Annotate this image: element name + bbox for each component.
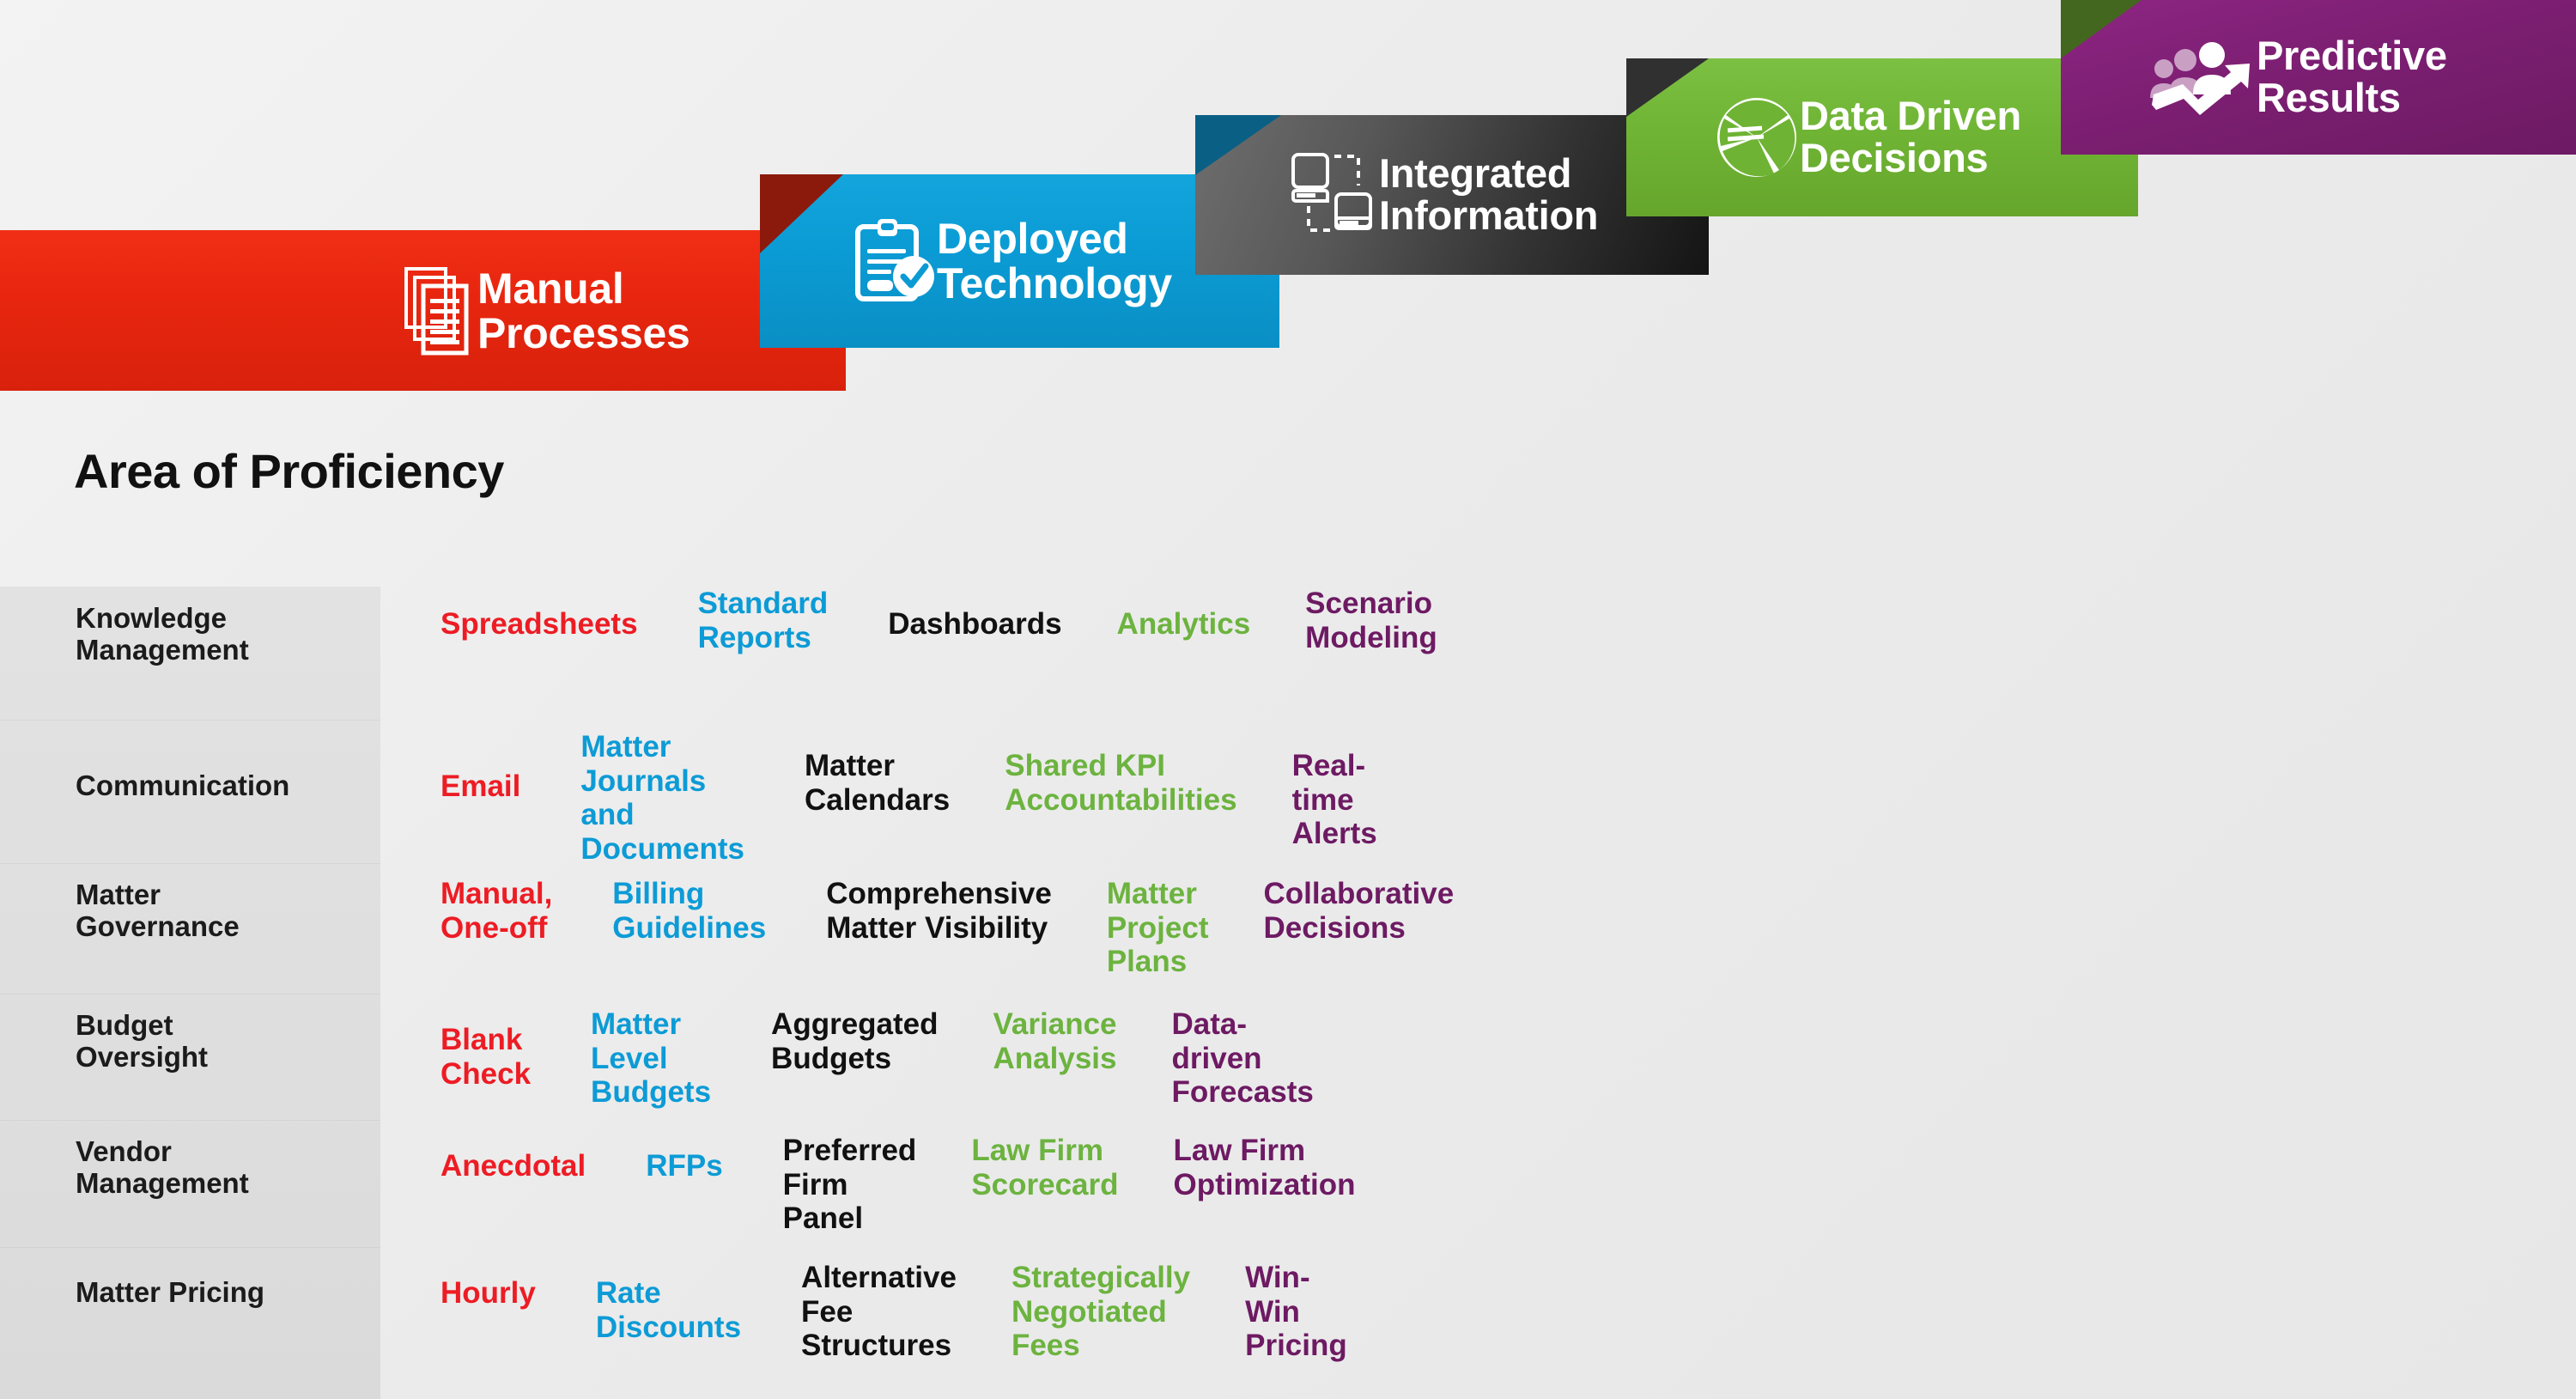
cell-deployed: Billing Guidelines (612, 877, 767, 945)
banner-manual-label: Manual Processes (477, 264, 690, 357)
table-row: Vendor Management Anecdotal RFPs Preferr… (0, 1120, 2576, 1247)
cell-deployed: Matter Level Budgets (591, 1007, 712, 1110)
row-label: Vendor Management (76, 1135, 249, 1200)
pie-chart-icon (1714, 94, 1800, 180)
cell-integrated: Aggregated Budgets (771, 1007, 939, 1075)
cell-manual: Spreadsheets (440, 607, 638, 641)
cell-manual: Email (440, 769, 521, 803)
cell-integrated: Comprehensive Matter Visibility (826, 877, 1052, 945)
proficiency-matrix: Knowledge Management Spreadsheets Standa… (0, 587, 2576, 1399)
cell-deployed: Matter Journals and Documents (580, 730, 744, 866)
banner-deployed-label: Deployed Technology (937, 215, 1172, 307)
people-growth-arrow-icon (2147, 38, 2257, 117)
cell-deployed: RFPs (646, 1149, 723, 1183)
cell-data: Variance Analysis (993, 1007, 1117, 1075)
table-row: Knowledge Management Spreadsheets Standa… (0, 587, 2576, 720)
table-row: Communication Email Matter Journals and … (0, 720, 2576, 866)
cell-predictive: Data-driven Forecasts (1171, 1007, 1314, 1110)
cell-data: Analytics (1116, 607, 1251, 641)
maturity-model-diagram: Manual Processes Deployed Technology Int… (0, 0, 2576, 1399)
cell-deployed: Rate Discounts (595, 1276, 742, 1344)
table-row: Matter Governance Manual, One-off Billin… (0, 863, 2576, 994)
networked-computers-icon (1290, 151, 1379, 239)
cell-deployed: Standard Reports (697, 587, 829, 654)
clipboard-check-icon (854, 216, 937, 306)
cell-manual: Hourly (440, 1276, 536, 1310)
banner-manual-processes[interactable]: Manual Processes (0, 230, 846, 391)
banner-integrated-label: Integrated Information (1379, 150, 1599, 238)
cell-manual: Blank Check (440, 1023, 532, 1091)
row-label: Matter Pricing (76, 1276, 265, 1308)
row-label: Knowledge Management (76, 602, 249, 666)
cell-data: Matter Project Plans (1106, 877, 1209, 979)
table-row: Budget Oversight Blank Check Matter Leve… (0, 994, 2576, 1120)
table-row: Matter Pricing Hourly Rate Discounts Alt… (0, 1247, 2576, 1399)
row-label: Budget Oversight (76, 1009, 209, 1074)
cell-predictive: Law Firm Optimization (1173, 1134, 1356, 1201)
banner-predictive-results[interactable]: Predictive Results (2061, 0, 2576, 155)
cell-manual: Anecdotal (440, 1149, 586, 1183)
stacked-documents-icon (404, 266, 477, 356)
cell-data: Law Firm Scorecard (971, 1134, 1119, 1201)
cell-data: Shared KPI Accountabilities (1005, 749, 1237, 817)
row-label: Matter Governance (76, 879, 240, 943)
cell-predictive: Scenario Modeling (1305, 587, 1437, 654)
cell-integrated: Dashboards (888, 607, 1062, 641)
row-label: Communication (76, 769, 290, 801)
page-title: Area of Proficiency (74, 444, 504, 498)
banner-predictive-label: Predictive Results (2257, 33, 2447, 120)
cell-integrated: Alternative Fee Structures (801, 1261, 957, 1363)
banner-data-label: Data Driven Decisions (1800, 93, 2021, 180)
cell-predictive: Real-time Alerts (1291, 749, 1377, 851)
cell-predictive: Collaborative Decisions (1263, 877, 1455, 945)
cell-data: Strategically Negotiated Fees (1011, 1261, 1191, 1363)
cell-manual: Manual, One-off (440, 877, 553, 945)
cell-integrated: Preferred Firm Panel (782, 1134, 917, 1236)
cell-integrated: Matter Calendars (804, 749, 951, 817)
cell-predictive: Win-Win Pricing (1245, 1261, 1347, 1363)
